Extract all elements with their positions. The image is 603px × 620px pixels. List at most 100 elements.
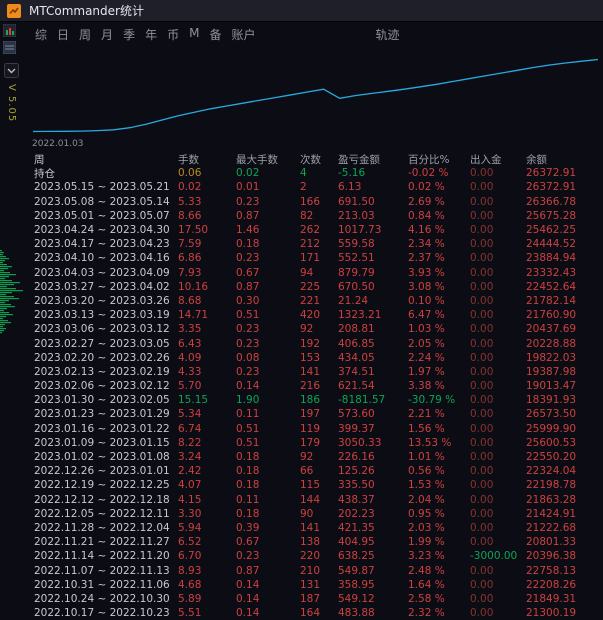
table-row[interactable]: 2022.12.05 ~ 2022.12.11 3.30 0.18 90 202.23 0… (34, 507, 603, 521)
cell-max-lots: 0.18 (236, 238, 260, 251)
cell-lots: 8.68 (178, 294, 202, 307)
table-row[interactable]: 2023.03.06 ~ 2023.03.12 3.35 0.23 92 208.81 1… (34, 322, 603, 336)
app-icon (7, 3, 21, 18)
cell-period: 2023.04.17 ~ 2023.04.23 (34, 238, 170, 251)
cell-cashflow: 0.00 (470, 436, 494, 449)
table-row[interactable]: 2022.12.19 ~ 2022.12.25 4.07 0.18 115 335.50… (34, 478, 603, 492)
cell-cashflow: 0.00 (470, 337, 494, 350)
cell-period: 2023.03.13 ~ 2023.03.19 (34, 309, 170, 322)
menu-item-账户[interactable]: 账户 (226, 26, 260, 43)
cell-count: 212 (300, 238, 321, 251)
cell-period: 2023.01.23 ~ 2023.01.29 (34, 408, 170, 421)
table-row[interactable]: 2023.01.16 ~ 2023.01.22 6.74 0.51 119 399.37… (34, 422, 603, 436)
panel-grid-icon[interactable] (3, 41, 16, 54)
cell-lots: 8.66 (178, 209, 202, 222)
table-row[interactable]: 2023.02.06 ~ 2023.02.12 5.70 0.14 216 621.54… (34, 379, 603, 393)
cell-pnl: 549.12 (338, 592, 375, 605)
column-header-max-lots[interactable]: 最大手数 (236, 152, 300, 167)
table-row[interactable]: 2023.01.23 ~ 2023.01.29 5.34 0.11 197 573.60… (34, 407, 603, 421)
table-row[interactable]: 2022.11.07 ~ 2022.11.13 8.93 0.87 210 549.87… (34, 563, 603, 577)
cell-pnl: 438.37 (338, 493, 375, 506)
cell-max-lots: 0.14 (236, 592, 260, 605)
menu-item-M[interactable]: M (184, 26, 204, 43)
table-row[interactable]: 持仓 0.06 0.02 4 -5.16 -0.02 % 0.00 26372.91 (34, 166, 603, 180)
cell-lots: 3.24 (178, 451, 202, 464)
cell-pnl: 208.81 (338, 323, 375, 336)
cell-percent: 3.93 % (408, 266, 445, 279)
cell-period: 2022.12.19 ~ 2022.12.25 (34, 479, 170, 492)
table-row[interactable]: 2022.10.31 ~ 2022.11.06 4.68 0.14 131 358.95… (34, 578, 603, 592)
cell-count: 4 (300, 167, 307, 180)
table-row[interactable]: 2023.02.20 ~ 2023.02.26 4.09 0.08 153 434.05… (34, 351, 603, 365)
cell-count: 115 (300, 479, 321, 492)
table-row[interactable]: 2023.04.17 ~ 2023.04.23 7.59 0.18 212 559.58… (34, 237, 603, 251)
chevron-down-icon[interactable] (4, 63, 19, 78)
cell-max-lots: 0.18 (236, 479, 260, 492)
menu-item-track[interactable]: 轨迹 (371, 26, 405, 43)
cell-percent: 0.95 % (408, 507, 445, 520)
table-row[interactable]: 2023.02.27 ~ 2023.03.05 6.43 0.23 192 406.85… (34, 336, 603, 350)
column-header-cashflow[interactable]: 出入金 (470, 152, 526, 167)
table-row[interactable]: 2023.05.15 ~ 2023.05.21 0.02 0.01 2 6.13 0.02… (34, 180, 603, 194)
table-row[interactable]: 2022.11.21 ~ 2022.11.27 6.52 0.67 138 404.95… (34, 535, 603, 549)
table-row[interactable]: 2023.04.24 ~ 2023.04.30 17.50 1.46 262 1017.… (34, 223, 603, 237)
menu-item-币[interactable]: 币 (162, 26, 184, 43)
cell-percent: 2.34 % (408, 238, 445, 251)
table-row[interactable]: 2023.04.03 ~ 2023.04.09 7.93 0.67 94 879.79 3… (34, 266, 603, 280)
menu-item-季[interactable]: 季 (118, 26, 140, 43)
cell-lots: 3.30 (178, 507, 202, 520)
cell-period: 2023.04.10 ~ 2023.04.16 (34, 252, 170, 265)
cell-percent: 3.08 % (408, 280, 445, 293)
cell-pnl: 549.87 (338, 564, 375, 577)
cell-balance: 22324.04 (526, 465, 577, 478)
table-row[interactable]: 2023.03.27 ~ 2023.04.02 10.16 0.87 225 670.5… (34, 280, 603, 294)
cell-balance: 22208.26 (526, 578, 577, 591)
column-header-pnl[interactable]: 盈亏金额 (338, 152, 408, 167)
column-header-balance[interactable]: 余额 (526, 152, 603, 167)
table-row[interactable]: 2022.11.28 ~ 2022.12.04 5.94 0.39 141 421.35… (34, 521, 603, 535)
table-row[interactable]: 2022.12.12 ~ 2022.12.18 4.15 0.11 144 438.37… (34, 493, 603, 507)
table-row[interactable]: 2022.11.14 ~ 2022.11.20 6.70 0.23 220 638.25… (34, 549, 603, 563)
cell-count: 210 (300, 564, 321, 577)
cell-balance: 20396.38 (526, 550, 577, 563)
table-row[interactable]: 2023.05.08 ~ 2023.05.14 5.33 0.23 166 691.50… (34, 195, 603, 209)
table-row[interactable]: 2023.03.20 ~ 2023.03.26 8.68 0.30 221 21.24 0… (34, 294, 603, 308)
titlebar: MTCommander统计 (0, 0, 603, 22)
table-row[interactable]: 2023.04.10 ~ 2023.04.16 6.86 0.23 171 552.51… (34, 251, 603, 265)
menu-item-周[interactable]: 周 (74, 26, 96, 43)
cell-balance: 21760.90 (526, 309, 577, 322)
table-row[interactable]: 2023.01.09 ~ 2023.01.15 8.22 0.51 179 3050.3… (34, 436, 603, 450)
table-row[interactable]: 2023.03.13 ~ 2023.03.19 14.71 0.51 420 1323.… (34, 308, 603, 322)
table-row[interactable]: 2022.10.24 ~ 2022.10.30 5.89 0.14 187 549.12… (34, 592, 603, 606)
menu-item-年[interactable]: 年 (140, 26, 162, 43)
column-header-count[interactable]: 次数 (300, 152, 338, 167)
menu-item-月[interactable]: 月 (96, 26, 118, 43)
mini-chart-icon[interactable] (3, 24, 16, 37)
column-header-period[interactable]: 周 (34, 152, 178, 167)
table-row[interactable]: 2023.01.30 ~ 2023.02.05 15.15 1.90 186 -8181… (34, 393, 603, 407)
cell-lots: 6.52 (178, 536, 202, 549)
cell-period: 2022.10.17 ~ 2022.10.23 (34, 607, 170, 619)
cell-lots: 14.71 (178, 309, 209, 322)
cell-balance: 23332.43 (526, 266, 577, 279)
cell-cashflow: 0.00 (470, 167, 494, 180)
column-header-percent[interactable]: 百分比% (408, 152, 470, 167)
menu-item-日[interactable]: 日 (52, 26, 74, 43)
menu-item-备[interactable]: 备 (204, 26, 226, 43)
menu-item-综[interactable]: 综 (30, 26, 52, 43)
cell-percent: 6.47 % (408, 309, 445, 322)
cell-count: 153 (300, 351, 321, 364)
table-row[interactable]: 2023.05.01 ~ 2023.05.07 8.66 0.87 82 213.03 0… (34, 209, 603, 223)
cell-pnl: -5.16 (338, 167, 366, 180)
table-row[interactable]: 2022.12.26 ~ 2023.01.01 2.42 0.18 66 125.26 0… (34, 464, 603, 478)
cell-balance: 22198.78 (526, 479, 577, 492)
cell-max-lots: 0.39 (236, 521, 260, 534)
cell-balance: 25600.53 (526, 436, 577, 449)
cell-cashflow: 0.00 (470, 224, 494, 237)
cell-cashflow: 0.00 (470, 578, 494, 591)
table-row[interactable]: 2023.01.02 ~ 2023.01.08 3.24 0.18 92 226.16 1… (34, 450, 603, 464)
column-header-lots[interactable]: 手数 (178, 152, 236, 167)
table-row[interactable]: 2023.02.13 ~ 2023.02.19 4.33 0.23 141 374.51… (34, 365, 603, 379)
cell-balance: 22452.64 (526, 280, 577, 293)
table-row[interactable]: 2022.10.17 ~ 2022.10.23 5.51 0.14 164 483.88… (34, 606, 603, 619)
